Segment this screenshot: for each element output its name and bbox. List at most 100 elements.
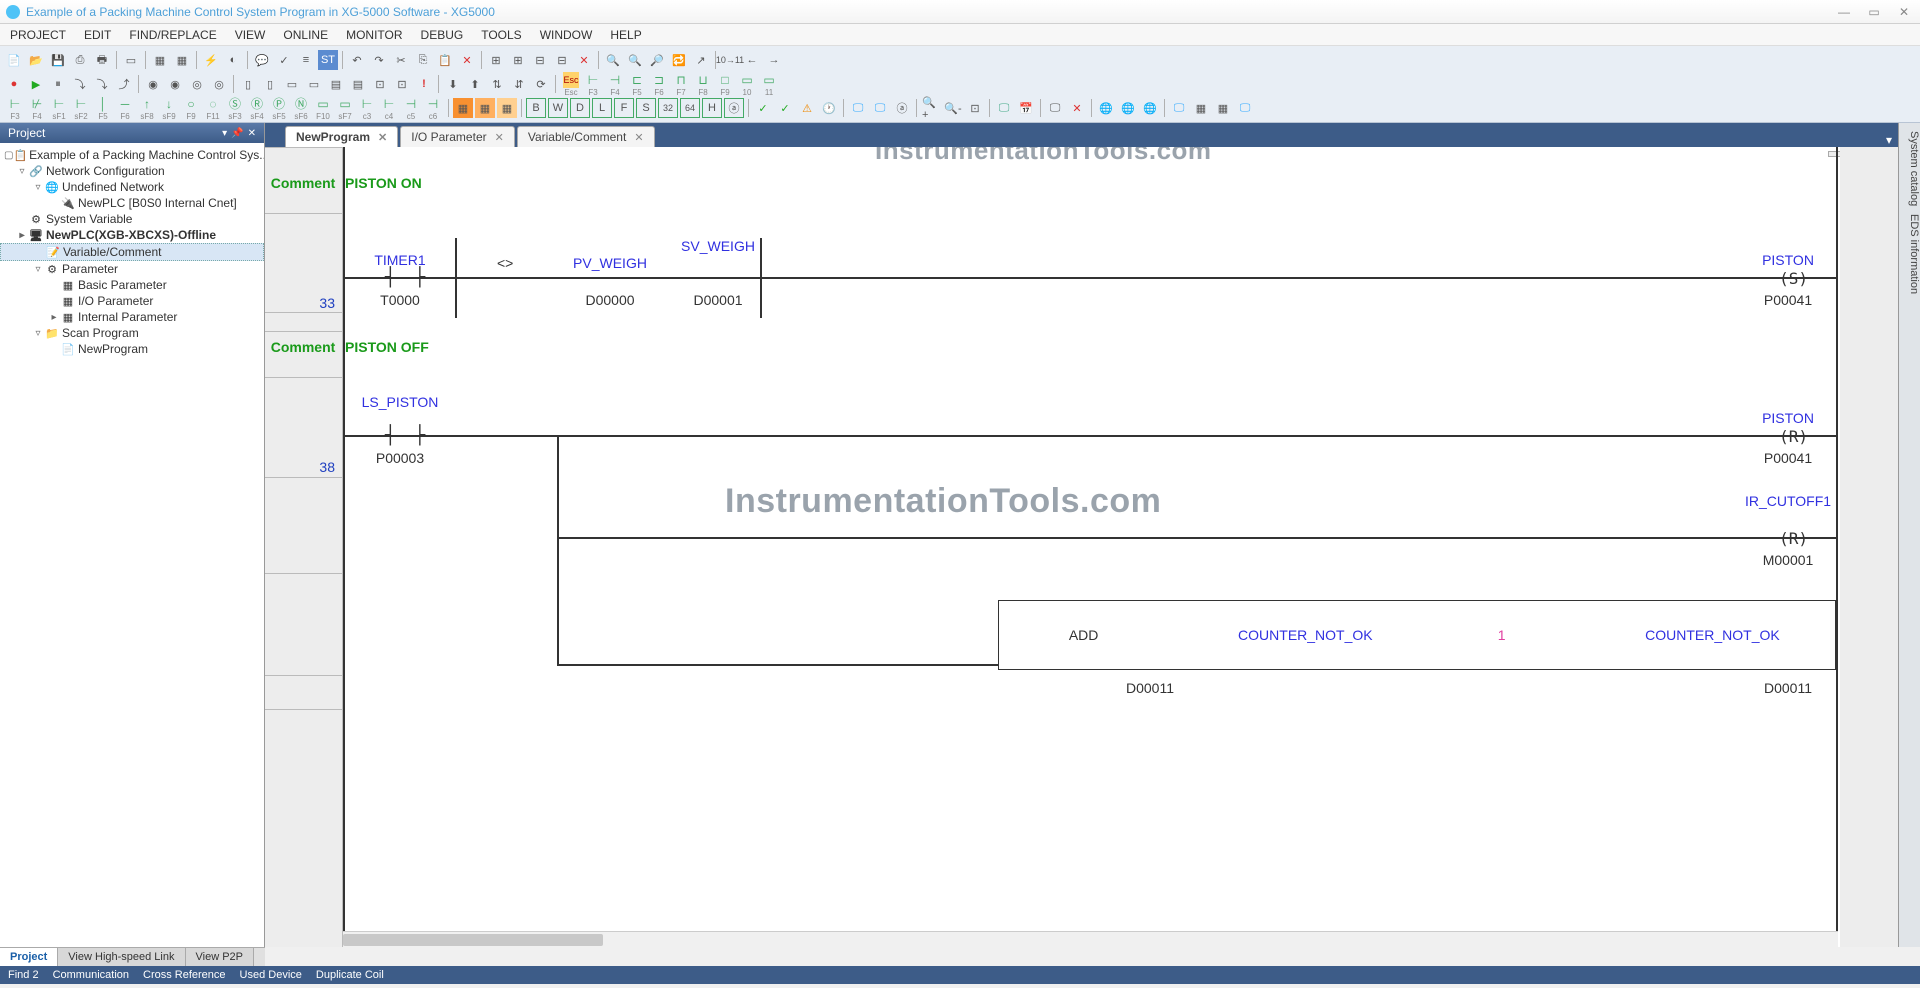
tab-variable-comment[interactable]: Variable/Comment✕ <box>517 126 655 147</box>
tree-newplc-cnet[interactable]: 🔌NewPLC [B0S0 Internal Cnet] <box>0 195 264 211</box>
status-communication[interactable]: Communication <box>53 969 129 981</box>
esc-icon[interactable]: Esc <box>563 72 578 88</box>
chat-icon[interactable]: 💬 <box>252 50 272 70</box>
run-icon[interactable]: ● <box>4 74 24 94</box>
menu-debug[interactable]: DEBUG <box>421 28 464 42</box>
right-sidebar[interactable]: System catalog EDS information <box>1898 123 1920 947</box>
saveall-icon[interactable]: ⎙ <box>70 50 90 70</box>
dl2-icon[interactable]: ⬆ <box>465 74 485 94</box>
tl6-icon[interactable]: ▤ <box>348 74 368 94</box>
check2-icon[interactable]: ✓ <box>753 98 773 118</box>
zoomin-icon[interactable]: 🔍+ <box>921 98 941 118</box>
dl4-icon[interactable]: ⇵ <box>509 74 529 94</box>
box-32[interactable]: 32 <box>658 98 678 118</box>
delete-icon[interactable]: ✕ <box>457 50 477 70</box>
xtab2-icon[interactable]: ▦ <box>1213 98 1233 118</box>
tree-newplc[interactable]: ▸🖥NewPLC(XGB-XBCXS)-Offline <box>0 227 264 243</box>
bp4-icon[interactable]: ◎ <box>209 74 229 94</box>
close-button[interactable]: ✕ <box>1894 5 1914 19</box>
stepin-icon[interactable]: ⤵ <box>92 74 112 94</box>
panel-dropdown-icon[interactable]: ▾ <box>222 128 227 139</box>
box-f[interactable]: F <box>614 98 634 118</box>
menu-edit[interactable]: EDIT <box>84 28 111 42</box>
tab-p2p[interactable]: View P2P <box>186 948 255 966</box>
net3-icon[interactable]: ⊟ <box>530 50 550 70</box>
paste-icon[interactable]: 📋 <box>435 50 455 70</box>
tl7-icon[interactable]: ⊡ <box>370 74 390 94</box>
f7b-icon[interactable]: ⊓ <box>676 72 685 88</box>
mon1-icon[interactable]: 🖵 <box>848 98 868 118</box>
tab-highspeed-link[interactable]: View High-speed Link <box>58 948 185 966</box>
mon2-icon[interactable]: 🖵 <box>870 98 890 118</box>
f8b-icon[interactable]: ⊔ <box>698 72 707 88</box>
menu-online[interactable]: ONLINE <box>283 28 328 42</box>
box-64[interactable]: 64 <box>680 98 700 118</box>
net4-icon[interactable]: ⊟ <box>552 50 572 70</box>
status-duplicate-coil[interactable]: Duplicate Coil <box>316 969 384 981</box>
tree-root[interactable]: ▢📋Example of a Packing Machine Control S… <box>0 147 264 163</box>
maximize-button[interactable]: ▭ <box>1864 5 1884 19</box>
mon4-icon[interactable]: 🖵 <box>1169 98 1189 118</box>
tree-network-config[interactable]: ▿🔗Network Configuration <box>0 163 264 179</box>
panel-pin-icon[interactable]: 📌 <box>231 128 243 139</box>
pause-icon[interactable]: ⏸ <box>48 74 68 94</box>
tab-project[interactable]: Project <box>0 948 58 966</box>
tree-undefined-network[interactable]: ▿🌐Undefined Network <box>0 179 264 195</box>
tab-io-parameter[interactable]: I/O Parameter✕ <box>400 126 515 147</box>
check3-icon[interactable]: ✓ <box>775 98 795 118</box>
f4b-icon[interactable]: ⊣ <box>610 72 620 88</box>
open-icon[interactable]: 📂 <box>26 50 46 70</box>
menu-project[interactable]: PROJECT <box>10 28 66 42</box>
tree-parameter[interactable]: ▿⚙Parameter <box>0 261 264 277</box>
close-icon[interactable]: ✕ <box>495 131 504 144</box>
step-icon[interactable]: 10→11 <box>720 50 740 70</box>
grid1-icon[interactable]: ▦ <box>453 98 473 118</box>
f6b-icon[interactable]: ⊐ <box>654 72 664 88</box>
dl3-icon[interactable]: ⇅ <box>487 74 507 94</box>
f5b-icon[interactable]: ⊏ <box>632 72 642 88</box>
zoomout-icon[interactable]: 🔍- <box>943 98 963 118</box>
find-icon[interactable]: 🔍 <box>625 50 645 70</box>
f11b-icon[interactable]: ▭ <box>763 72 774 88</box>
screen-icon[interactable]: 🖵 <box>994 98 1014 118</box>
f9b-icon[interactable]: □ <box>721 72 728 88</box>
f10b-icon[interactable]: ▭ <box>741 72 752 88</box>
status-crossref[interactable]: Cross Reference <box>143 969 226 981</box>
add-function-block[interactable]: ADD COUNTER_NOT_OK 1 COUNTER_NOT_OK <box>998 600 1836 670</box>
tree-scan-program[interactable]: ▿📁Scan Program <box>0 325 264 341</box>
net2-icon[interactable]: ⊞ <box>508 50 528 70</box>
calendar-icon[interactable]: 📅 <box>1016 98 1036 118</box>
connect-icon[interactable]: ⚡ <box>201 50 221 70</box>
menu-window[interactable]: WINDOW <box>540 28 593 42</box>
net1-icon[interactable]: ⊞ <box>486 50 506 70</box>
globe2-icon[interactable]: 🌐 <box>1118 98 1138 118</box>
next-icon[interactable]: → <box>764 50 784 70</box>
tree-basic-parameter[interactable]: ▦Basic Parameter <box>0 277 264 293</box>
close2-icon[interactable]: ✕ <box>1067 98 1087 118</box>
box-w[interactable]: W <box>548 98 568 118</box>
box-s[interactable]: S <box>636 98 656 118</box>
play-icon[interactable]: ▶ <box>26 74 46 94</box>
dl5-icon[interactable]: ⟳ <box>531 74 551 94</box>
status-find[interactable]: Find 2 <box>8 969 39 981</box>
tl5-icon[interactable]: ▤ <box>326 74 346 94</box>
module-icon[interactable]: ▦ <box>150 50 170 70</box>
module2-icon[interactable]: ▦ <box>172 50 192 70</box>
box-b[interactable]: B <box>526 98 546 118</box>
grid3-icon[interactable]: ▦ <box>497 98 517 118</box>
list-icon[interactable]: ≡ <box>296 50 316 70</box>
globe1-icon[interactable]: 🌐 <box>1096 98 1116 118</box>
project-tree[interactable]: ▢📋Example of a Packing Machine Control S… <box>0 143 264 947</box>
tl2-icon[interactable]: ▯ <box>260 74 280 94</box>
xtab-icon[interactable]: ▦ <box>1191 98 1211 118</box>
grid2-icon[interactable]: ▦ <box>475 98 495 118</box>
mon3-icon[interactable]: ⓐ <box>892 98 912 118</box>
tl4-icon[interactable]: ▭ <box>304 74 324 94</box>
clock-icon[interactable]: 🕐 <box>819 98 839 118</box>
tl1-icon[interactable]: ▯ <box>238 74 258 94</box>
monitor2-icon[interactable]: 🖵 <box>1045 98 1065 118</box>
tree-internal-parameter[interactable]: ▸▦Internal Parameter <box>0 309 264 325</box>
tree-newprogram[interactable]: 📄NewProgram <box>0 341 264 357</box>
net-del-icon[interactable]: ✕ <box>574 50 594 70</box>
f3b-icon[interactable]: ⊢ <box>588 72 598 88</box>
